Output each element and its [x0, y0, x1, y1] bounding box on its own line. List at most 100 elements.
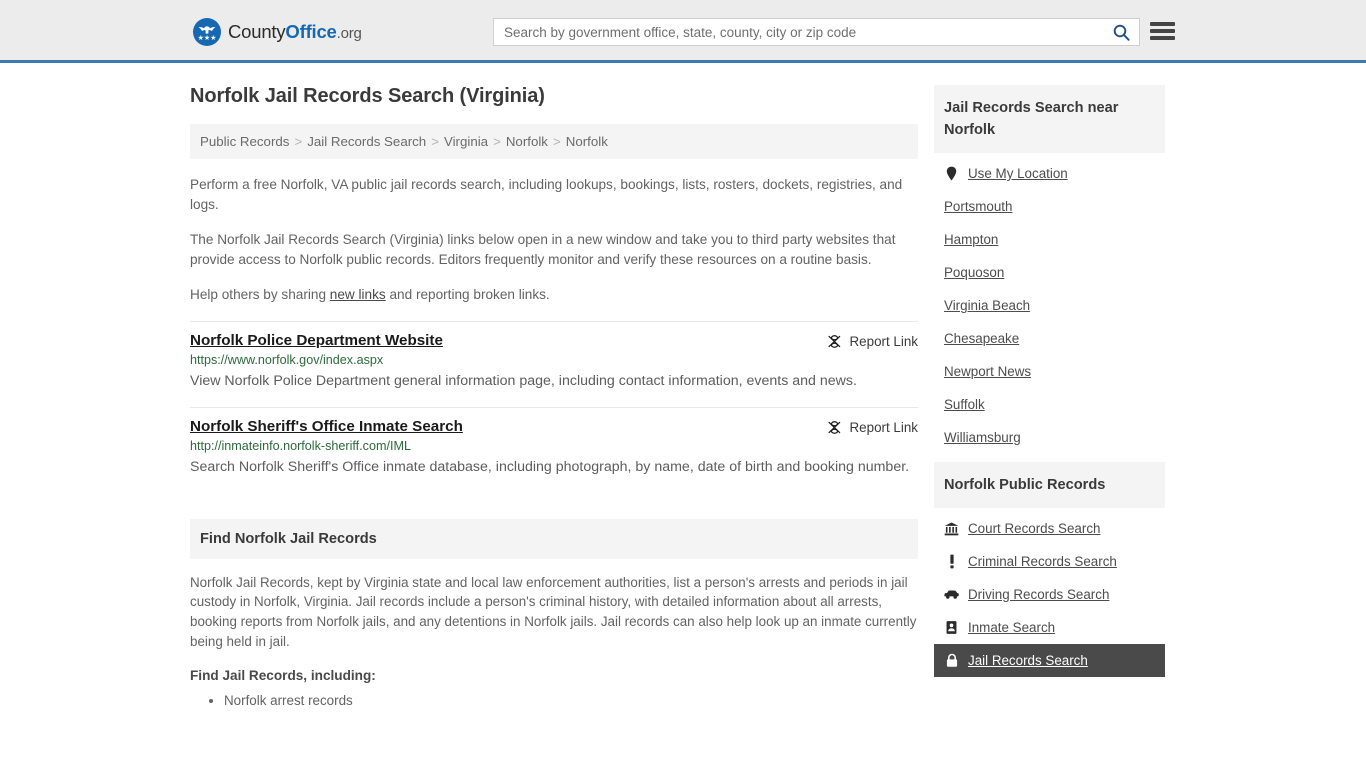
sidebar-link-label[interactable]: Newport News: [944, 364, 1031, 379]
broken-link-icon: [827, 334, 840, 348]
page-body: Norfolk Jail Records Search (Virginia) P…: [0, 63, 1366, 711]
site-header: ★★★ CountyOffice.org: [0, 0, 1366, 63]
result-title-link[interactable]: Norfolk Police Department Website: [190, 332, 443, 349]
id-card-icon: [944, 620, 959, 635]
result-header: Norfolk Police Department Website Report…: [190, 332, 918, 349]
sidebar-item-criminal-records-search[interactable]: Criminal Records Search: [934, 545, 1165, 578]
sidebar-link-label[interactable]: Criminal Records Search: [968, 554, 1117, 569]
sidebar-item-court-records-search[interactable]: Court Records Search: [934, 512, 1165, 545]
list-item: Norfolk arrest records: [224, 691, 918, 711]
content-container: Norfolk Jail Records Search (Virginia) P…: [190, 63, 1170, 711]
hamburger-menu-icon[interactable]: [1150, 20, 1175, 42]
sidebar-link-label[interactable]: Inmate Search: [968, 620, 1055, 635]
sidebar-item-portsmouth[interactable]: Portsmouth: [934, 190, 1165, 223]
public-records-panel: Norfolk Public Records Court Records Sea…: [934, 462, 1165, 677]
find-records-subheading: Find Jail Records, including:: [190, 667, 376, 683]
breadcrumb-item-virginia[interactable]: Virginia: [444, 134, 488, 149]
sidebar-link-label[interactable]: Court Records Search: [968, 521, 1100, 536]
breadcrumb-item-jail-records-search[interactable]: Jail Records Search: [307, 134, 426, 149]
logo-text-org: .org: [336, 25, 362, 42]
breadcrumb-item-public-records[interactable]: Public Records: [200, 134, 289, 149]
logo-text-county: County: [228, 21, 286, 42]
sidebar-link-label[interactable]: Driving Records Search: [968, 587, 1109, 602]
find-records-body: Norfolk Jail Records, kept by Virginia s…: [190, 573, 918, 711]
sidebar-item-chesapeake[interactable]: Chesapeake: [934, 322, 1165, 355]
sidebar-link-label[interactable]: Poquoson: [944, 265, 1004, 280]
breadcrumb-item-norfolk-county[interactable]: Norfolk: [506, 134, 548, 149]
sidebar-item-jail-records-search[interactable]: Jail Records Search: [934, 644, 1165, 677]
report-link-label: Report Link: [849, 419, 918, 435]
intro-p3-before: Help others by sharing: [190, 287, 330, 302]
sidebar-item-williamsburg[interactable]: Williamsburg: [934, 421, 1165, 454]
sidebar-link-label[interactable]: Chesapeake: [944, 331, 1019, 346]
sidebar-item-inmate-search[interactable]: Inmate Search: [934, 611, 1165, 644]
sidebar-item-hampton[interactable]: Hampton: [934, 223, 1165, 256]
sidebar-item-driving-records-search[interactable]: Driving Records Search: [934, 578, 1165, 611]
sidebar-item-virginia-beach[interactable]: Virginia Beach: [934, 289, 1165, 322]
sidebar-item-newport-news[interactable]: Newport News: [934, 355, 1165, 388]
map-pin-icon: [944, 166, 959, 181]
sidebar-link-label[interactable]: Hampton: [944, 232, 998, 247]
sidebar-link-label[interactable]: Virginia Beach: [944, 298, 1030, 313]
sidebar-item-poquoson[interactable]: Poquoson: [934, 256, 1165, 289]
result-header: Norfolk Sheriff's Office Inmate Search R…: [190, 418, 918, 435]
menu-bar-3: [1150, 36, 1175, 40]
car-icon: [944, 587, 959, 602]
search-box: [493, 18, 1140, 46]
search-button[interactable]: [1103, 19, 1139, 45]
site-logo[interactable]: ★★★ CountyOffice.org: [193, 18, 362, 46]
breadcrumb-separator: >: [552, 134, 561, 149]
stars-glyph: ★★★: [197, 35, 217, 42]
page-title: Norfolk Jail Records Search (Virginia): [190, 85, 545, 107]
nearby-panel: Jail Records Search near Norfolk Use My …: [934, 85, 1165, 454]
breadcrumb-separator: >: [493, 134, 501, 149]
courthouse-icon: [944, 521, 959, 536]
sidebar-link-label[interactable]: Use My Location: [968, 166, 1068, 181]
sidebar-link-label[interactable]: Jail Records Search: [968, 653, 1088, 668]
report-link-button[interactable]: Report Link: [827, 420, 918, 435]
intro-p3-after: and reporting broken links.: [385, 287, 550, 302]
nearby-list: Use My Location Portsmouth Hampton Poquo…: [934, 153, 1165, 454]
result-title-link[interactable]: Norfolk Sheriff's Office Inmate Search: [190, 418, 463, 435]
result-description: Search Norfolk Sheriff's Office inmate d…: [190, 458, 910, 475]
sidebar-link-label[interactable]: Suffolk: [944, 397, 985, 412]
find-records-heading: Find Norfolk Jail Records: [190, 518, 918, 559]
intro-paragraph-3: Help others by sharing new links and rep…: [190, 285, 918, 305]
find-records-paragraph: Norfolk Jail Records, kept by Virginia s…: [190, 574, 917, 649]
sidebar: Jail Records Search near Norfolk Use My …: [934, 85, 1165, 711]
result-item: Norfolk Police Department Website Report…: [190, 320, 918, 407]
result-url: http://inmateinfo.norfolk-sheriff.com/IM…: [190, 438, 411, 453]
new-links-link[interactable]: new links: [330, 287, 386, 302]
breadcrumb-item-norfolk-city[interactable]: Norfolk: [566, 134, 608, 149]
sidebar-link-label[interactable]: Portsmouth: [944, 199, 1012, 214]
logo-text-office: Office: [285, 21, 337, 42]
breadcrumb-separator: >: [431, 134, 439, 149]
eagle-glyph: [198, 26, 216, 34]
intro-paragraph-1: Perform a free Norfolk, VA public jail r…: [190, 177, 903, 212]
find-records-list: Norfolk arrest records: [190, 691, 918, 711]
eagle-seal-icon: ★★★: [193, 18, 221, 46]
result-item: Norfolk Sheriff's Office Inmate Search R…: [190, 406, 918, 493]
lock-icon: [944, 653, 959, 668]
menu-bar-2: [1150, 29, 1175, 33]
search-icon: [1113, 24, 1130, 41]
main-column: Norfolk Jail Records Search (Virginia) P…: [190, 85, 918, 711]
breadcrumb-separator: >: [294, 134, 303, 149]
menu-bar-1: [1150, 22, 1175, 26]
public-records-heading: Norfolk Public Records: [934, 462, 1165, 508]
nearby-panel-heading: Jail Records Search near Norfolk: [934, 85, 1165, 153]
broken-link-icon: [827, 420, 840, 434]
public-records-list: Court Records Search Criminal Records Se…: [934, 508, 1165, 677]
exclamation-icon: [944, 554, 959, 569]
result-description: View Norfolk Police Department general i…: [190, 372, 857, 389]
report-link-button[interactable]: Report Link: [827, 334, 918, 349]
intro-text: Perform a free Norfolk, VA public jail r…: [190, 175, 918, 305]
sidebar-item-use-my-location[interactable]: Use My Location: [934, 157, 1165, 190]
report-link-label: Report Link: [849, 333, 918, 349]
sidebar-link-label[interactable]: Williamsburg: [944, 430, 1021, 445]
breadcrumb: Public Records > Jail Records Search > Virgi…: [190, 124, 918, 159]
sidebar-item-suffolk[interactable]: Suffolk: [934, 388, 1165, 421]
search-input[interactable]: [494, 24, 1103, 40]
result-url: https://www.norfolk.gov/index.aspx: [190, 352, 384, 367]
logo-text: CountyOffice.org: [228, 21, 362, 43]
